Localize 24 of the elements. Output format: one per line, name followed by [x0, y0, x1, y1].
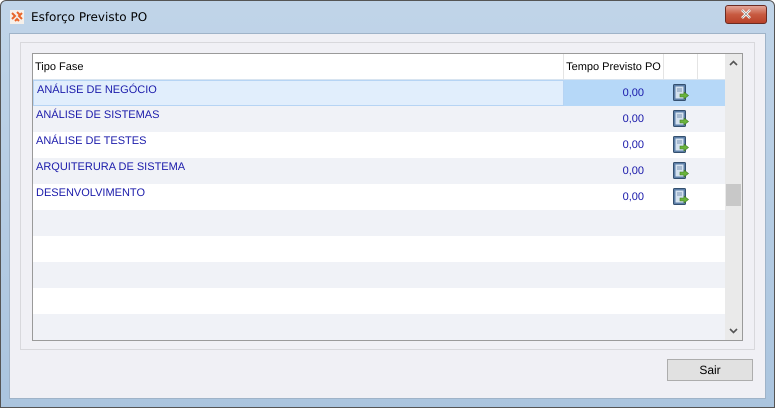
table-row[interactable]: ANÁLISE DE NEGÓCIO 0,00 — [33, 80, 725, 106]
table-cell: ANÁLISE DE NEGÓCIO — [37, 84, 157, 96]
table-cell: 0,00 — [622, 87, 644, 99]
table-cell: 0,00 — [622, 113, 644, 125]
scroll-thumb[interactable] — [726, 184, 741, 206]
exit-button[interactable]: Sair — [667, 359, 753, 381]
table-cell: ARQUITERURA DE SISTEMA — [36, 161, 186, 173]
table-cell: ANÁLISE DE TESTES — [36, 135, 146, 147]
scrollbar[interactable] — [725, 54, 742, 340]
close-button[interactable] — [725, 4, 767, 24]
table-cell: 0,00 — [622, 191, 644, 203]
close-icon — [739, 9, 753, 19]
app-icon — [10, 10, 24, 24]
scroll-down-icon[interactable] — [729, 328, 738, 334]
window-title: Esforço Previsto PO — [31, 10, 148, 24]
column-header[interactable]: Tipo Fase — [33, 54, 564, 79]
table-cell: 0,00 — [622, 139, 644, 151]
table-cell: 0,00 — [622, 165, 644, 177]
scroll-up-icon[interactable] — [729, 60, 738, 66]
table-row[interactable]: ARQUITERURA DE SISTEMA 0,00 — [33, 158, 725, 184]
column-header[interactable]: Tempo Previsto PO — [564, 54, 664, 79]
table-cell: DESENVOLVIMENTO — [36, 187, 146, 199]
table-cell: ANÁLISE DE SISTEMAS — [36, 109, 160, 121]
table-row[interactable]: ANÁLISE DE SISTEMAS 0,00 — [33, 106, 725, 132]
